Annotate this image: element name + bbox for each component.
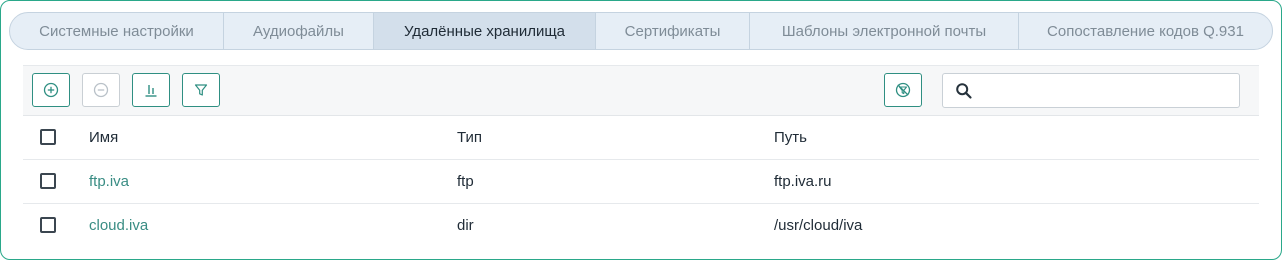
tab-certificates[interactable]: Сертификаты	[596, 13, 750, 49]
search-icon	[956, 83, 972, 99]
storage-name-link[interactable]: cloud.iva	[89, 204, 148, 247]
remove-button[interactable]	[82, 73, 120, 107]
reset-filter-button[interactable]	[884, 73, 922, 107]
minus-circle-icon	[93, 82, 109, 98]
tab-audio-files[interactable]: Аудиофайлы	[224, 13, 374, 49]
filter-button[interactable]	[182, 73, 220, 107]
tab-system-settings[interactable]: Системные настройки	[10, 13, 224, 49]
storage-path: /usr/cloud/iva	[774, 217, 863, 234]
filter-icon	[194, 84, 208, 96]
row-checkbox[interactable]	[40, 173, 56, 189]
column-header-type[interactable]: Тип	[457, 116, 482, 159]
storage-name-link[interactable]: ftp.iva	[89, 160, 129, 203]
tab-q931-mapping[interactable]: Сопоставление кодов Q.931	[1019, 13, 1272, 49]
columns-chart-icon	[145, 85, 157, 97]
plus-circle-icon	[43, 82, 59, 98]
search-box[interactable]	[942, 73, 1240, 108]
row-checkbox[interactable]	[40, 217, 56, 233]
search-input[interactable]	[985, 78, 1229, 105]
storage-path: ftp.iva.ru	[774, 173, 832, 190]
table-header: Имя Тип Путь	[23, 116, 1259, 160]
add-button[interactable]	[32, 73, 70, 107]
table-row: cloud.iva dir /usr/cloud/iva	[23, 204, 1259, 247]
column-header-name[interactable]: Имя	[89, 116, 118, 159]
tab-remote-storages[interactable]: Удалённые хранилища	[374, 13, 596, 49]
storages-panel: Имя Тип Путь ftp.iva ftp ftp.iva.ru clou…	[23, 65, 1259, 250]
storage-type: dir	[457, 217, 474, 234]
tab-email-templates[interactable]: Шаблоны электронной почты	[750, 13, 1019, 49]
columns-button[interactable]	[132, 73, 170, 107]
tab-bar: Системные настройки Аудиофайлы Удалённые…	[9, 12, 1273, 50]
filter-off-icon	[895, 82, 911, 98]
toolbar	[23, 66, 1259, 116]
select-all-checkbox[interactable]	[40, 129, 56, 145]
storage-type: ftp	[457, 173, 474, 190]
table-row: ftp.iva ftp ftp.iva.ru	[23, 160, 1259, 204]
window-frame: Системные настройки Аудиофайлы Удалённые…	[0, 0, 1282, 260]
column-header-path[interactable]: Путь	[774, 116, 807, 159]
